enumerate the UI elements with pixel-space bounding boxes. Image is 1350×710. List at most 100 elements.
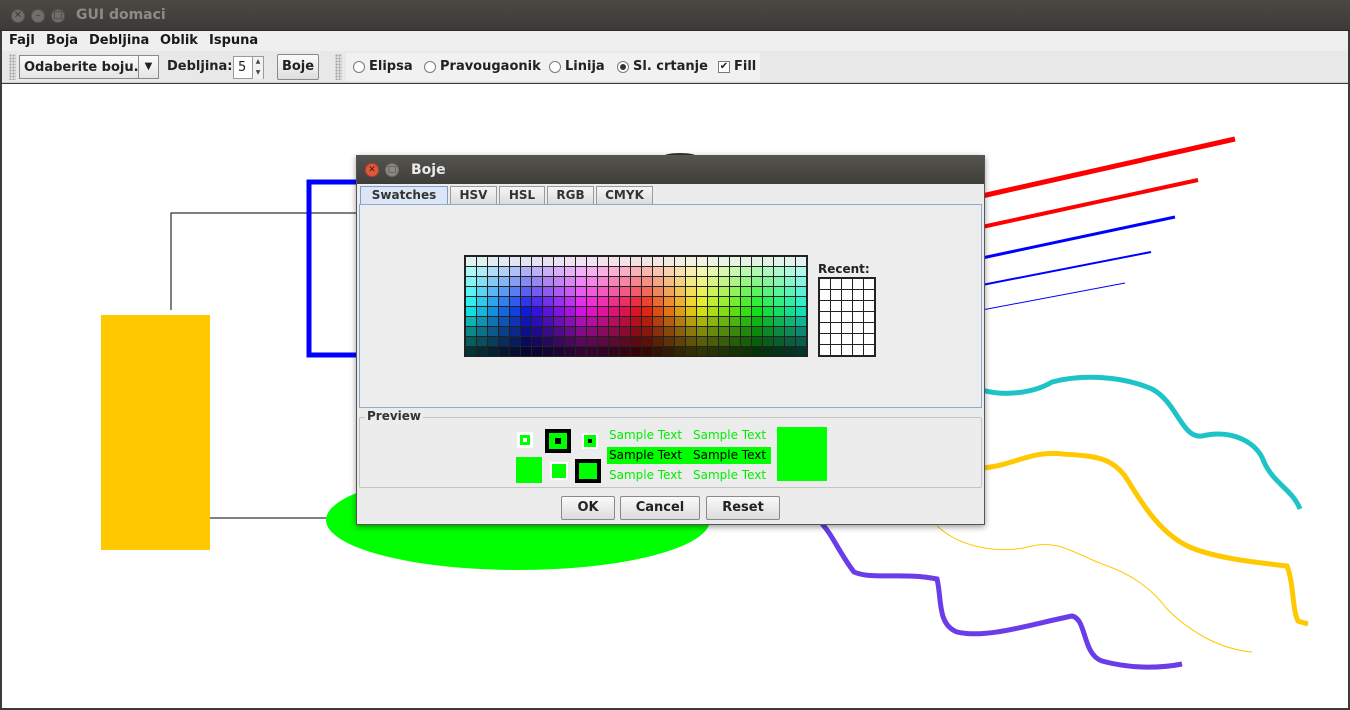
menu-debljina[interactable]: Debljina	[89, 33, 149, 48]
swatch-cell[interactable]	[763, 297, 773, 306]
recent-swatch-cell[interactable]	[864, 290, 874, 300]
swatch-cell[interactable]	[466, 307, 476, 316]
swatch-cell[interactable]	[499, 287, 509, 296]
swatch-cell[interactable]	[730, 257, 740, 266]
swatch-cell[interactable]	[587, 297, 597, 306]
recent-swatch-cell[interactable]	[831, 290, 841, 300]
swatch-cell[interactable]	[675, 297, 685, 306]
tab-rgb[interactable]: RGB	[547, 186, 594, 204]
swatch-cell[interactable]	[642, 297, 652, 306]
menu-ispuna[interactable]: Ispuna	[209, 33, 258, 48]
swatch-cell[interactable]	[708, 307, 718, 316]
swatch-cell[interactable]	[609, 277, 619, 286]
swatch-cell[interactable]	[565, 277, 575, 286]
swatch-cell[interactable]	[620, 277, 630, 286]
swatch-cell[interactable]	[631, 307, 641, 316]
swatch-cell[interactable]	[499, 277, 509, 286]
swatch-cell[interactable]	[642, 277, 652, 286]
swatch-cell[interactable]	[664, 287, 674, 296]
swatch-cell[interactable]	[642, 307, 652, 316]
swatch-cell[interactable]	[664, 327, 674, 336]
swatch-cell[interactable]	[719, 327, 729, 336]
recent-swatch-cell[interactable]	[853, 345, 863, 355]
swatch-cell[interactable]	[774, 267, 784, 276]
swatch-cell[interactable]	[730, 287, 740, 296]
swatch-cell[interactable]	[796, 317, 806, 326]
swatch-cell[interactable]	[598, 267, 608, 276]
swatch-cell[interactable]	[521, 337, 531, 346]
swatch-cell[interactable]	[510, 267, 520, 276]
radio-linija[interactable]	[549, 61, 561, 73]
swatch-cell[interactable]	[565, 267, 575, 276]
swatch-cell[interactable]	[785, 347, 795, 356]
swatch-cell[interactable]	[554, 287, 564, 296]
swatch-cell[interactable]	[697, 307, 707, 316]
swatch-cell[interactable]	[587, 347, 597, 356]
colors-button[interactable]: Boje	[277, 54, 319, 80]
swatch-cell[interactable]	[576, 287, 586, 296]
swatch-cell[interactable]	[785, 267, 795, 276]
menu-oblik[interactable]: Oblik	[160, 33, 198, 48]
swatch-cell[interactable]	[488, 307, 498, 316]
swatch-cell[interactable]	[741, 257, 751, 266]
swatch-cell[interactable]	[565, 317, 575, 326]
swatch-cell[interactable]	[521, 307, 531, 316]
swatch-cell[interactable]	[763, 317, 773, 326]
swatch-cell[interactable]	[708, 337, 718, 346]
swatch-cell[interactable]	[598, 277, 608, 286]
swatch-cell[interactable]	[477, 277, 487, 286]
swatch-cell[interactable]	[510, 307, 520, 316]
swatch-cell[interactable]	[565, 287, 575, 296]
swatch-cell[interactable]	[587, 267, 597, 276]
swatch-cell[interactable]	[631, 267, 641, 276]
swatch-cell[interactable]	[554, 327, 564, 336]
swatch-cell[interactable]	[598, 327, 608, 336]
swatch-cell[interactable]	[664, 307, 674, 316]
swatch-cell[interactable]	[653, 347, 663, 356]
swatch-cell[interactable]	[521, 257, 531, 266]
swatch-cell[interactable]	[532, 277, 542, 286]
swatch-cell[interactable]	[477, 327, 487, 336]
swatch-cell[interactable]	[664, 257, 674, 266]
swatch-cell[interactable]	[642, 267, 652, 276]
swatch-cell[interactable]	[675, 327, 685, 336]
swatch-cell[interactable]	[675, 307, 685, 316]
swatch-cell[interactable]	[697, 287, 707, 296]
swatch-cell[interactable]	[763, 257, 773, 266]
swatch-cell[interactable]	[719, 287, 729, 296]
recent-swatch-cell[interactable]	[842, 334, 852, 344]
swatch-cell[interactable]	[499, 307, 509, 316]
swatch-cell[interactable]	[642, 287, 652, 296]
recent-swatch-cell[interactable]	[831, 301, 841, 311]
recent-swatch-cell[interactable]	[842, 279, 852, 289]
close-icon[interactable]: ✕	[365, 163, 379, 177]
recent-swatch-cell[interactable]	[831, 323, 841, 333]
swatch-cell[interactable]	[785, 327, 795, 336]
swatch-cell[interactable]	[631, 317, 641, 326]
ok-button[interactable]: OK	[561, 496, 615, 520]
swatch-cell[interactable]	[697, 327, 707, 336]
recent-swatch-cell[interactable]	[853, 334, 863, 344]
swatch-cell[interactable]	[499, 257, 509, 266]
swatch-cell[interactable]	[521, 297, 531, 306]
swatch-cell[interactable]	[532, 267, 542, 276]
swatch-cell[interactable]	[510, 317, 520, 326]
swatch-cell[interactable]	[796, 277, 806, 286]
swatch-cell[interactable]	[587, 277, 597, 286]
swatch-cell[interactable]	[598, 307, 608, 316]
swatch-cell[interactable]	[466, 347, 476, 356]
swatch-cell[interactable]	[532, 287, 542, 296]
swatch-cell[interactable]	[620, 327, 630, 336]
swatch-cell[interactable]	[532, 337, 542, 346]
swatch-cell[interactable]	[686, 277, 696, 286]
swatch-cell[interactable]	[741, 267, 751, 276]
swatch-cell[interactable]	[576, 297, 586, 306]
swatch-cell[interactable]	[609, 257, 619, 266]
swatch-cell[interactable]	[785, 297, 795, 306]
swatch-cell[interactable]	[664, 297, 674, 306]
swatch-cell[interactable]	[499, 327, 509, 336]
swatch-cell[interactable]	[730, 267, 740, 276]
swatch-cell[interactable]	[708, 257, 718, 266]
swatch-cell[interactable]	[752, 307, 762, 316]
recent-swatch-cell[interactable]	[831, 345, 841, 355]
